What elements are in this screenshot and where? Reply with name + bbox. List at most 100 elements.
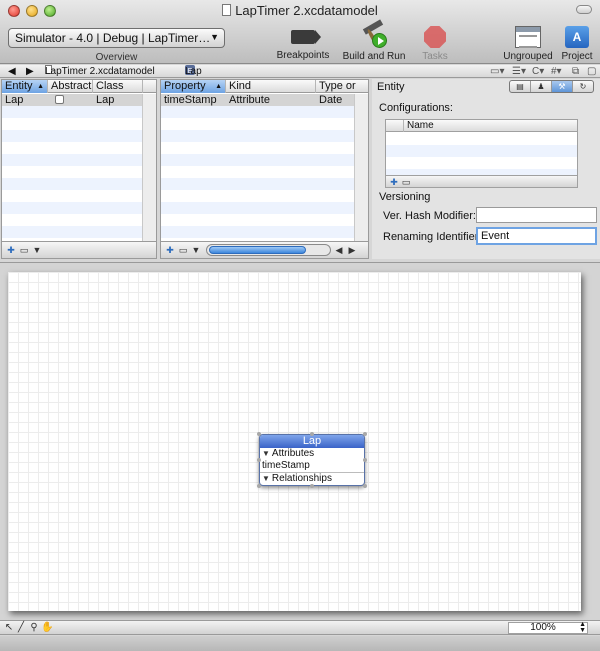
entity-table: Entity Abstract Class Lap Lap ✚ ▭ ▼ — [1, 79, 157, 259]
sync-tab-icon[interactable]: ↻ — [573, 81, 593, 92]
app-store-icon: A — [565, 26, 589, 48]
entity-options-dropdown[interactable]: ▼ — [31, 244, 43, 256]
column-header-entity[interactable]: Entity — [2, 80, 48, 93]
pointer-tool-icon[interactable]: ↖ — [3, 622, 15, 634]
includes-icon[interactable]: #▾ — [551, 65, 562, 78]
vertical-scrollbar[interactable] — [142, 94, 156, 241]
add-property-button[interactable]: ✚ — [164, 244, 176, 256]
scroll-left-arrow-icon[interactable]: ◀ — [333, 244, 345, 256]
entity-path-popup[interactable]: ELap ⇕ — [185, 65, 202, 78]
classes-icon[interactable]: C▾ — [532, 65, 544, 78]
resize-handle[interactable] — [257, 484, 261, 488]
disclosure-triangle-icon[interactable]: ▼ — [262, 474, 270, 483]
add-configuration-button[interactable]: ✚ — [388, 176, 400, 188]
attribute-row[interactable]: timeStamp — [260, 460, 364, 472]
lock-icon[interactable]: ▢ — [587, 65, 596, 78]
toolbar-toggle-button[interactable] — [576, 5, 592, 14]
inspector-heading: Entity — [377, 81, 405, 93]
diagram-toolbar: ↖ ╱ ⚲ ✋ 100% ▲ ▼ — [0, 620, 600, 635]
counterpart-icon[interactable]: ⧉ — [572, 65, 579, 78]
configurations-label: Configurations: — [379, 102, 453, 114]
property-table: Property Kind Type or timeStamp Attribut… — [160, 79, 369, 259]
document-icon — [222, 4, 232, 16]
relationships-section[interactable]: ▼ Relationships — [260, 472, 364, 484]
renaming-identifier-label: Renaming Identifier: — [383, 231, 482, 243]
window-footer — [0, 636, 600, 651]
ungrouped-button[interactable]: Ungrouped — [502, 26, 554, 62]
line-tool-icon[interactable]: ╱ — [15, 622, 27, 634]
entity-node-lap[interactable]: Lap ▼ Attributes timeStamp ▼ Relationships — [259, 434, 365, 486]
resize-handle[interactable] — [257, 458, 261, 462]
remove-property-button[interactable]: ▭ — [177, 244, 189, 256]
back-arrow-icon[interactable]: ◀ — [8, 65, 16, 78]
property-rows: timeStamp Attribute Date — [161, 94, 354, 241]
add-entity-button[interactable]: ✚ — [5, 244, 17, 256]
class-name-cell: Lap — [96, 94, 115, 106]
configurations-tab-icon[interactable]: ⚒ — [552, 81, 573, 92]
window-title: LapTimer 2.xcdatamodel — [0, 3, 600, 18]
magnify-tool-icon[interactable]: ⚲ — [28, 622, 40, 634]
build-and-run-button[interactable]: Build and Run — [342, 19, 406, 62]
breakpoint-icon — [291, 30, 321, 44]
entity-inspector: Entity ▤ ♟ ⚒ ↻ Configurations: Name ✚ ▭ … — [372, 79, 600, 259]
hand-tool-icon[interactable]: ✋ — [41, 622, 53, 634]
table-row[interactable]: timeStamp Attribute Date — [161, 94, 354, 106]
resize-handle[interactable] — [363, 432, 367, 436]
column-header-type[interactable]: Type or — [316, 80, 368, 93]
scheme-popup[interactable]: Simulator - 4.0 | Debug | LapTimer… ▼ — [8, 28, 225, 48]
property-table-footer: ✚ ▭ ▼ ◀ ▶ — [161, 241, 368, 258]
horizontal-scrollbar[interactable] — [206, 244, 331, 256]
hash-modifier-label: Ver. Hash Modifier: — [383, 210, 476, 222]
configurations-table: Name ✚ ▭ — [385, 119, 578, 188]
property-type-cell: Date — [319, 94, 343, 106]
vertical-scrollbar[interactable] — [354, 94, 368, 241]
popup-arrow-icon: ▼ — [210, 32, 219, 42]
entity-rows: Lap Lap — [2, 94, 156, 241]
column-header-kind[interactable]: Kind — [226, 80, 316, 93]
user-info-tab-icon[interactable]: ♟ — [531, 81, 552, 92]
history-icon[interactable]: ☰▾ — [512, 65, 526, 78]
remove-entity-button[interactable]: ▭ — [18, 244, 30, 256]
abstract-checkbox[interactable] — [52, 94, 64, 106]
property-kind-cell: Attribute — [229, 94, 270, 106]
forward-arrow-icon[interactable]: ▶ — [26, 65, 34, 78]
attributes-section[interactable]: ▼ Attributes — [260, 448, 364, 460]
zoom-level-field[interactable]: 100% ▲ ▼ — [508, 621, 588, 634]
general-tab-icon[interactable]: ▤ — [510, 81, 531, 92]
column-header-name[interactable]: Name — [407, 120, 434, 132]
project-button[interactable]: A Project — [559, 26, 595, 62]
configuration-rows — [386, 133, 577, 175]
inspector-segmented-control: ▤ ♟ ⚒ ↻ — [509, 80, 594, 93]
stop-sign-icon — [424, 26, 446, 48]
resize-handle[interactable] — [363, 484, 367, 488]
hammer-play-icon — [361, 19, 387, 48]
resize-handle[interactable] — [363, 458, 367, 462]
property-name-cell: timeStamp — [164, 94, 217, 106]
breakpoints-button[interactable]: Breakpoints — [276, 26, 330, 61]
disclosure-triangle-icon[interactable]: ▼ — [262, 449, 270, 458]
column-header-class[interactable]: Class — [93, 80, 143, 93]
diagram-view: Lap ▼ Attributes timeStamp ▼ Relationships — [0, 262, 600, 620]
resize-handle[interactable] — [310, 432, 314, 436]
file-path-popup[interactable]: LapTimer 2.xcdatamodel ⇕ — [45, 65, 155, 78]
tasks-button[interactable]: Tasks — [418, 26, 452, 62]
hash-modifier-field[interactable] — [476, 207, 597, 223]
overview-label: Overview — [95, 52, 138, 63]
entity-node-title: Lap — [260, 435, 364, 448]
entity-name-cell: Lap — [5, 94, 24, 106]
renaming-identifier-field[interactable] — [476, 227, 597, 245]
resize-handle[interactable] — [310, 484, 314, 488]
bookmarks-icon[interactable]: ▭▾ — [490, 65, 504, 78]
entity-table-footer: ✚ ▭ ▼ — [2, 241, 156, 258]
scroll-right-arrow-icon[interactable]: ▶ — [346, 244, 358, 256]
table-row[interactable]: Lap Lap — [2, 94, 156, 106]
column-header-property[interactable]: Property — [161, 80, 226, 93]
zoom-stepper-icon[interactable]: ▲ ▼ — [579, 621, 586, 634]
remove-configuration-button[interactable]: ▭ — [400, 176, 412, 188]
resize-handle[interactable] — [257, 432, 261, 436]
column-header-abstract[interactable]: Abstract — [48, 80, 93, 93]
diagram-canvas[interactable]: Lap ▼ Attributes timeStamp ▼ Relationships — [8, 272, 581, 611]
window-layout-icon — [515, 26, 541, 48]
scrollbar-thumb[interactable] — [209, 246, 306, 254]
property-options-dropdown[interactable]: ▼ — [190, 244, 202, 256]
